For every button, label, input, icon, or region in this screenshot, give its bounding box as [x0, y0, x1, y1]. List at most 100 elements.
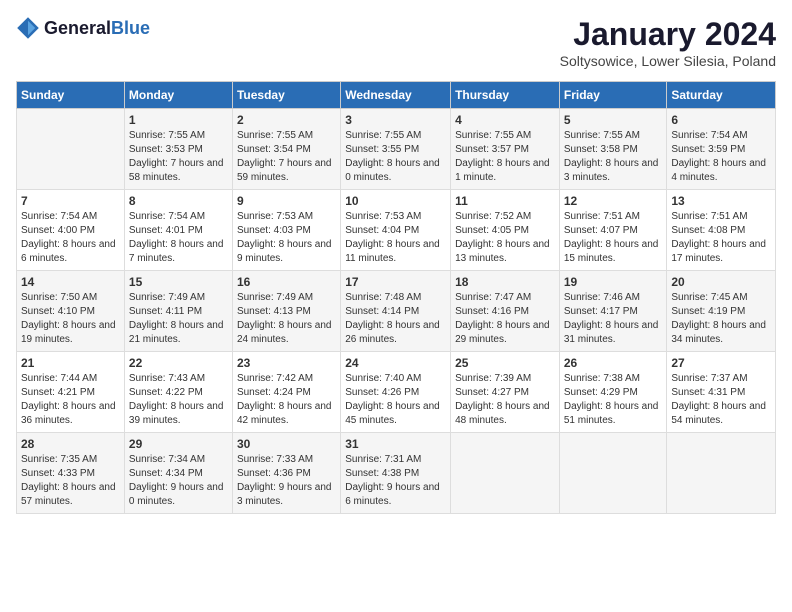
calendar-cell: 17Sunrise: 7:48 AM Sunset: 4:14 PM Dayli… [341, 271, 451, 352]
calendar-cell: 8 Sunrise: 7:54 AM Sunset: 4:01 PM Daylig… [124, 190, 232, 271]
day-info: Sunrise: 7:35 AM Sunset: 4:33 PM Dayligh… [21, 453, 120, 509]
day-info: Sunrise: 7:37 AM Sunset: 4:31 PM Dayligh… [671, 372, 771, 428]
day-info: Sunrise: 7:48 AM Sunset: 4:14 PM Dayligh… [345, 291, 446, 347]
calendar-cell: 31 Sunrise: 7:31 AM Sunset: 4:38 PM Dayli… [341, 433, 451, 514]
day-number: 22 [129, 356, 228, 370]
day-number: 7 [21, 194, 120, 208]
day-info: Sunrise: 7:54 AM Sunset: 4:00 PM Dayligh… [21, 210, 120, 266]
day-number: 28 [21, 437, 120, 451]
day-number: 14 [21, 275, 120, 289]
calendar-cell: 3Sunrise: 7:55 AM Sunset: 3:55 PM Daylig… [341, 109, 451, 190]
calendar-cell: 9Sunrise: 7:53 AM Sunset: 4:03 PM Daylig… [232, 190, 340, 271]
calendar-cell: 19Sunrise: 7:46 AM Sunset: 4:17 PM Dayli… [559, 271, 667, 352]
day-info: Sunrise: 7:51 AM Sunset: 4:08 PM Dayligh… [671, 210, 771, 266]
day-info: Sunrise: 7:55 AM Sunset: 3:53 PM Dayligh… [129, 129, 228, 185]
calendar-cell: 11 Sunrise: 7:52 AM Sunset: 4:05 PM Dayli… [451, 190, 560, 271]
day-number: 20 [671, 275, 771, 289]
day-info: Sunrise: 7:53 AM Sunset: 4:04 PM Dayligh… [345, 210, 446, 266]
calendar-cell: 15Sunrise: 7:49 AM Sunset: 4:11 PM Dayli… [124, 271, 232, 352]
day-number: 11 [455, 194, 555, 208]
location-subtitle: Soltysowice, Lower Silesia, Poland [560, 53, 776, 69]
calendar-cell [667, 433, 776, 514]
day-info: Sunrise: 7:53 AM Sunset: 4:03 PM Dayligh… [237, 210, 336, 266]
day-info: Sunrise: 7:55 AM Sunset: 3:55 PM Dayligh… [345, 129, 446, 185]
calendar-cell [17, 109, 125, 190]
calendar-cell [451, 433, 560, 514]
calendar-cell: 24 Sunrise: 7:40 AM Sunset: 4:26 PM Dayli… [341, 352, 451, 433]
calendar-cell: 26 Sunrise: 7:38 AM Sunset: 4:29 PM Dayli… [559, 352, 667, 433]
day-info: Sunrise: 7:40 AM Sunset: 4:26 PM Dayligh… [345, 372, 446, 428]
day-info: Sunrise: 7:55 AM Sunset: 3:58 PM Dayligh… [564, 129, 663, 185]
day-number: 15 [129, 275, 228, 289]
day-info: Sunrise: 7:31 AM Sunset: 4:38 PM Dayligh… [345, 453, 446, 509]
calendar-header-row: SundayMondayTuesdayWednesdayThursdayFrid… [17, 82, 776, 109]
calendar-cell: 10 Sunrise: 7:53 AM Sunset: 4:04 PM Dayli… [341, 190, 451, 271]
calendar-cell: 1 Sunrise: 7:55 AM Sunset: 3:53 PM Daylig… [124, 109, 232, 190]
day-number: 31 [345, 437, 446, 451]
day-number: 19 [564, 275, 663, 289]
day-number: 16 [237, 275, 336, 289]
day-info: Sunrise: 7:42 AM Sunset: 4:24 PM Dayligh… [237, 372, 336, 428]
day-info: Sunrise: 7:44 AM Sunset: 4:21 PM Dayligh… [21, 372, 120, 428]
day-number: 6 [671, 113, 771, 127]
day-info: Sunrise: 7:55 AM Sunset: 3:54 PM Dayligh… [237, 129, 336, 185]
day-number: 5 [564, 113, 663, 127]
calendar-cell: 2 Sunrise: 7:55 AM Sunset: 3:54 PM Daylig… [232, 109, 340, 190]
day-number: 21 [21, 356, 120, 370]
calendar-cell: 22 Sunrise: 7:43 AM Sunset: 4:22 PM Dayli… [124, 352, 232, 433]
logo-text-general: General [44, 18, 111, 38]
day-info: Sunrise: 7:43 AM Sunset: 4:22 PM Dayligh… [129, 372, 228, 428]
calendar-week-1: 1 Sunrise: 7:55 AM Sunset: 3:53 PM Daylig… [17, 109, 776, 190]
calendar-cell: 5 Sunrise: 7:55 AM Sunset: 3:58 PM Daylig… [559, 109, 667, 190]
day-header-monday: Monday [124, 82, 232, 109]
day-info: Sunrise: 7:49 AM Sunset: 4:13 PM Dayligh… [237, 291, 336, 347]
day-header-saturday: Saturday [667, 82, 776, 109]
day-info: Sunrise: 7:34 AM Sunset: 4:34 PM Dayligh… [129, 453, 228, 509]
calendar-cell: 28 Sunrise: 7:35 AM Sunset: 4:33 PM Dayli… [17, 433, 125, 514]
calendar-body: 1 Sunrise: 7:55 AM Sunset: 3:53 PM Daylig… [17, 109, 776, 514]
day-number: 12 [564, 194, 663, 208]
day-number: 26 [564, 356, 663, 370]
calendar-week-5: 28 Sunrise: 7:35 AM Sunset: 4:33 PM Dayli… [17, 433, 776, 514]
day-info: Sunrise: 7:39 AM Sunset: 4:27 PM Dayligh… [455, 372, 555, 428]
day-number: 2 [237, 113, 336, 127]
day-number: 1 [129, 113, 228, 127]
calendar-cell: 13 Sunrise: 7:51 AM Sunset: 4:08 PM Dayli… [667, 190, 776, 271]
day-number: 13 [671, 194, 771, 208]
calendar-cell: 7 Sunrise: 7:54 AM Sunset: 4:00 PM Daylig… [17, 190, 125, 271]
day-number: 8 [129, 194, 228, 208]
day-number: 30 [237, 437, 336, 451]
day-header-tuesday: Tuesday [232, 82, 340, 109]
calendar-cell: 4Sunrise: 7:55 AM Sunset: 3:57 PM Daylig… [451, 109, 560, 190]
month-title: January 2024 [560, 16, 776, 53]
day-info: Sunrise: 7:52 AM Sunset: 4:05 PM Dayligh… [455, 210, 555, 266]
day-number: 10 [345, 194, 446, 208]
day-info: Sunrise: 7:38 AM Sunset: 4:29 PM Dayligh… [564, 372, 663, 428]
calendar-week-4: 21 Sunrise: 7:44 AM Sunset: 4:21 PM Dayli… [17, 352, 776, 433]
day-header-thursday: Thursday [451, 82, 560, 109]
day-number: 4 [455, 113, 555, 127]
day-info: Sunrise: 7:47 AM Sunset: 4:16 PM Dayligh… [455, 291, 555, 347]
calendar-cell: 20 Sunrise: 7:45 AM Sunset: 4:19 PM Dayli… [667, 271, 776, 352]
calendar-cell: 23 Sunrise: 7:42 AM Sunset: 4:24 PM Dayli… [232, 352, 340, 433]
day-number: 23 [237, 356, 336, 370]
day-info: Sunrise: 7:51 AM Sunset: 4:07 PM Dayligh… [564, 210, 663, 266]
day-info: Sunrise: 7:45 AM Sunset: 4:19 PM Dayligh… [671, 291, 771, 347]
day-header-wednesday: Wednesday [341, 82, 451, 109]
logo-icon [16, 16, 40, 40]
day-number: 25 [455, 356, 555, 370]
logo-text-blue: Blue [111, 18, 150, 38]
calendar-week-3: 14 Sunrise: 7:50 AM Sunset: 4:10 PM Dayli… [17, 271, 776, 352]
logo: GeneralBlue [16, 16, 150, 40]
calendar-cell: 25 Sunrise: 7:39 AM Sunset: 4:27 PM Dayli… [451, 352, 560, 433]
day-header-friday: Friday [559, 82, 667, 109]
calendar-cell: 16 Sunrise: 7:49 AM Sunset: 4:13 PM Dayli… [232, 271, 340, 352]
calendar-cell: 29 Sunrise: 7:34 AM Sunset: 4:34 PM Dayli… [124, 433, 232, 514]
calendar-cell [559, 433, 667, 514]
day-number: 24 [345, 356, 446, 370]
day-info: Sunrise: 7:54 AM Sunset: 4:01 PM Dayligh… [129, 210, 228, 266]
day-info: Sunrise: 7:50 AM Sunset: 4:10 PM Dayligh… [21, 291, 120, 347]
calendar-week-2: 7 Sunrise: 7:54 AM Sunset: 4:00 PM Daylig… [17, 190, 776, 271]
day-number: 29 [129, 437, 228, 451]
day-header-sunday: Sunday [17, 82, 125, 109]
